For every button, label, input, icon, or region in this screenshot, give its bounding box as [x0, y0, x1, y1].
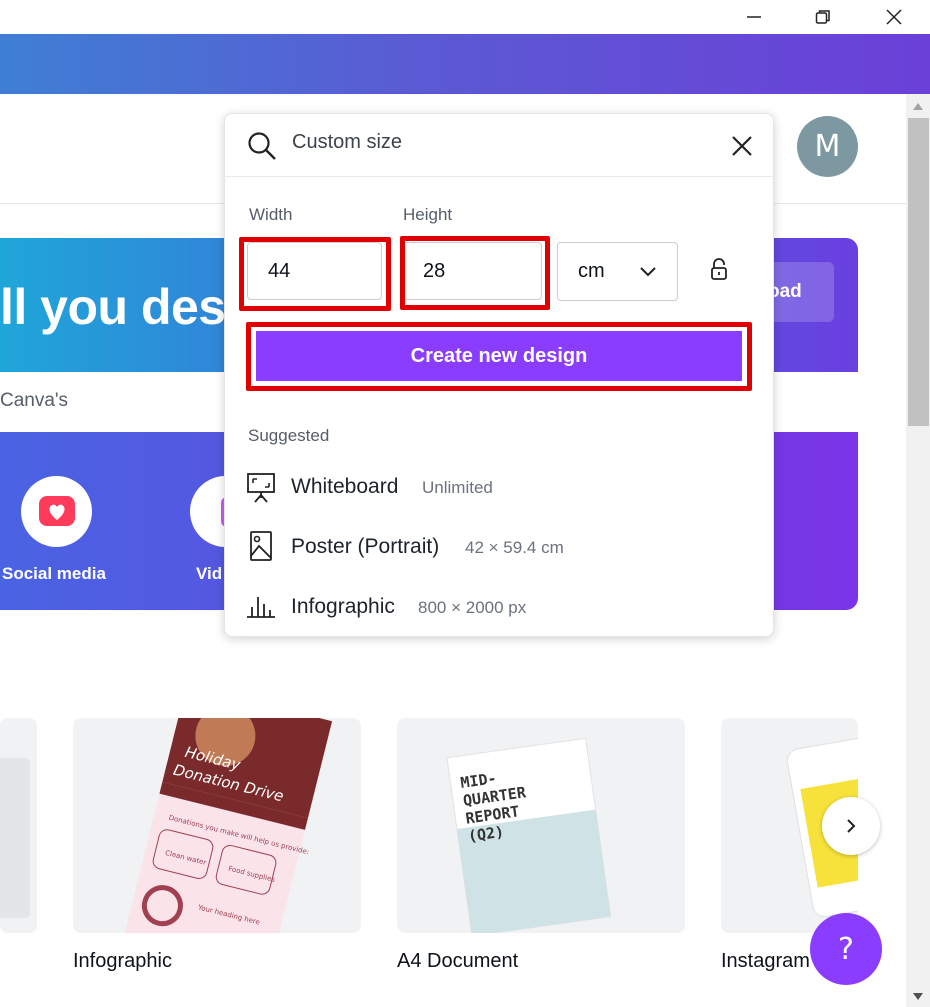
- help-button[interactable]: ?: [810, 913, 882, 985]
- unit-value: cm: [578, 260, 605, 282]
- document-thumbnail: MID- QUARTER REPORT (Q2): [446, 737, 612, 933]
- carousel-next-button[interactable]: [822, 797, 880, 855]
- minimize-icon: [747, 16, 761, 18]
- unit-select[interactable]: cm: [557, 242, 678, 301]
- width-input[interactable]: [247, 242, 382, 300]
- suggested-item-poster[interactable]: Poster (Portrait) 42 × 59.4 cm: [224, 519, 774, 575]
- chevron-right-icon: [847, 819, 856, 833]
- minimize-button[interactable]: [731, 0, 777, 34]
- lock-open-icon[interactable]: [709, 258, 729, 282]
- close-icon: [886, 9, 902, 25]
- category-label-social-media: Social media: [2, 564, 106, 583]
- suggested-name: Poster (Portrait): [291, 535, 440, 558]
- search-input[interactable]: Custom size: [292, 131, 402, 154]
- top-banner: [0, 34, 930, 94]
- window-titlebar: [0, 0, 930, 34]
- avatar[interactable]: M: [797, 116, 858, 177]
- help-label: ?: [838, 931, 854, 967]
- triangle-down-icon: [913, 993, 923, 1000]
- category-social-media[interactable]: [21, 476, 92, 547]
- poster-icon: [250, 531, 272, 561]
- template-card-infographic[interactable]: Holiday Donation Drive Donations you mak…: [73, 718, 361, 933]
- scroll-thumb[interactable]: [908, 118, 929, 426]
- suggested-heading: Suggested: [248, 426, 330, 445]
- close-window-button[interactable]: [871, 0, 917, 34]
- clear-search-icon[interactable]: [731, 135, 753, 157]
- restore-button[interactable]: [800, 0, 846, 34]
- triangle-up-icon: [913, 103, 923, 110]
- height-input[interactable]: [402, 242, 542, 300]
- template-card-partial[interactable]: [0, 718, 37, 933]
- card-label-instagram: Instagram: [721, 950, 810, 972]
- suggested-item-infographic[interactable]: Infographic 800 × 2000 px: [224, 579, 774, 635]
- suggested-item-whiteboard[interactable]: Whiteboard Unlimited: [224, 459, 774, 515]
- heart-icon: [38, 495, 75, 526]
- infographic-thumbnail: Holiday Donation Drive Donations you mak…: [118, 718, 333, 933]
- whiteboard-icon: [247, 473, 275, 503]
- suggested-meta: 800 × 2000 px: [418, 598, 527, 617]
- suggested-name: Whiteboard: [291, 475, 399, 498]
- hero-subtitle: Canva's: [0, 390, 69, 411]
- chevron-down-icon: [640, 267, 656, 277]
- height-label: Height: [403, 205, 453, 224]
- search-icon: [248, 132, 276, 160]
- card-label-a4-document: A4 Document: [397, 950, 519, 972]
- suggested-meta: 42 × 59.4 cm: [465, 538, 564, 557]
- suggested-meta: Unlimited: [422, 478, 493, 497]
- hero-title: ll you des: [0, 279, 226, 335]
- suggested-name: Infographic: [291, 595, 395, 618]
- avatar-initial: M: [814, 129, 841, 164]
- card-label-infographic: Infographic: [73, 950, 172, 972]
- template-card-a4-document[interactable]: MID- QUARTER REPORT (Q2): [397, 718, 685, 933]
- category-label-video: Vid: [196, 564, 223, 583]
- create-new-design-button[interactable]: Create new design: [256, 331, 742, 381]
- infographic-icon: [247, 597, 275, 618]
- restore-icon: [815, 10, 830, 24]
- width-label: Width: [249, 205, 293, 224]
- scroll-down-arrow[interactable]: [906, 987, 930, 1007]
- scroll-up-arrow[interactable]: [906, 96, 930, 116]
